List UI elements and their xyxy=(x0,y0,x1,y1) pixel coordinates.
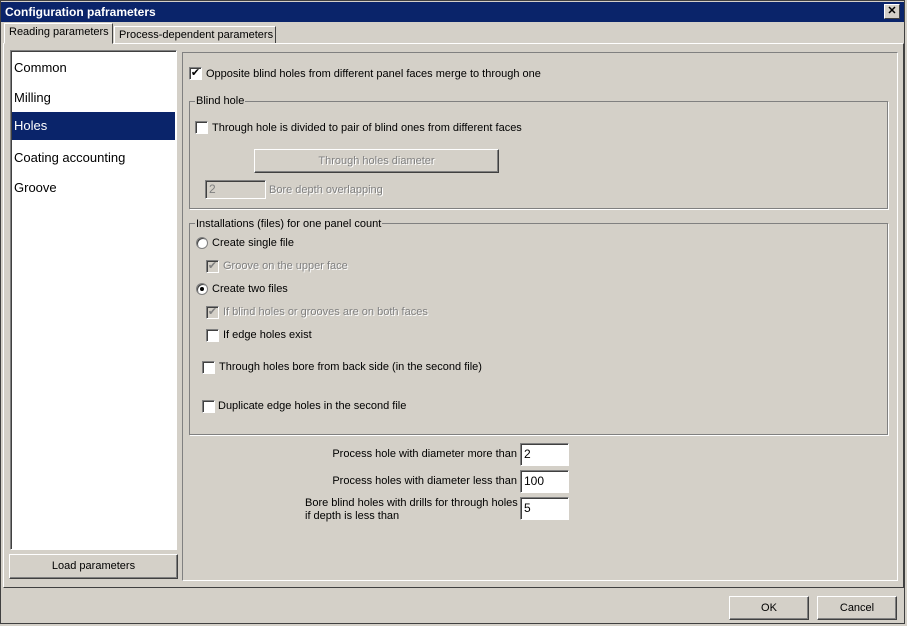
merge-checkbox-label: Opposite blind holes from different pane… xyxy=(206,68,541,80)
close-icon[interactable]: ✕ xyxy=(884,4,900,19)
groove-upper-face-label: Groove on the upper face xyxy=(223,260,348,272)
through-back-label: Through holes bore from back side (in th… xyxy=(219,361,482,373)
installations-legend: Installations (files) for one panel coun… xyxy=(195,218,383,230)
cancel-button[interactable]: Cancel xyxy=(817,596,897,620)
title-bar: Configuration paframeters ✕ xyxy=(1,2,904,22)
min-diameter-field[interactable]: 2 xyxy=(520,443,569,466)
through-holes-diameter-button[interactable]: Through holes diameter xyxy=(254,149,499,173)
load-parameters-button[interactable]: Load parameters xyxy=(9,554,178,579)
bore-depth-overlap-label: Bore depth overlapping xyxy=(269,184,383,196)
tab-reading-parameters[interactable]: Reading parameters xyxy=(4,23,113,44)
groove-upper-face-checkbox[interactable]: ✔ xyxy=(206,260,219,273)
list-item-milling[interactable]: Milling xyxy=(12,84,175,112)
max-diameter-label: Process holes with diameter less than xyxy=(332,475,517,487)
category-list[interactable]: Common Milling Holes Coating accounting … xyxy=(10,50,177,550)
edge-holes-label: If edge holes exist xyxy=(223,329,312,341)
divide-checkbox-label: Through hole is divided to pair of blind… xyxy=(212,122,522,134)
blind-depth-label-line2: if depth is less than xyxy=(305,510,400,522)
radio-dot xyxy=(200,287,204,291)
merge-checkbox[interactable]: ✔ xyxy=(189,67,202,80)
list-item-groove[interactable]: Groove xyxy=(12,174,175,202)
two-files-radio[interactable] xyxy=(196,283,208,295)
blind-depth-label-line1: Bore blind holes with drills for through… xyxy=(305,497,518,509)
list-item-coating-accounting[interactable]: Coating accounting xyxy=(12,144,175,172)
both-faces-label: If blind holes or grooves are on both fa… xyxy=(223,306,428,318)
edge-holes-checkbox[interactable] xyxy=(206,329,219,342)
min-diameter-label: Process hole with diameter more than xyxy=(332,448,517,460)
blind-depth-field[interactable]: 5 xyxy=(520,497,569,520)
tab-process-dependent-parameters[interactable]: Process-dependent parameters xyxy=(114,26,276,44)
through-back-checkbox[interactable] xyxy=(202,361,215,374)
two-files-label: Create two files xyxy=(212,283,288,295)
list-item-holes[interactable]: Holes xyxy=(12,112,175,140)
window-title: Configuration paframeters xyxy=(5,5,156,19)
divide-checkbox[interactable] xyxy=(195,121,208,134)
bore-depth-overlap-field[interactable]: 2 xyxy=(205,180,266,199)
blind-hole-legend: Blind hole xyxy=(195,95,246,107)
max-diameter-field[interactable]: 100 xyxy=(520,470,569,493)
duplicate-edge-label: Duplicate edge holes in the second file xyxy=(218,400,407,412)
single-file-label: Create single file xyxy=(212,237,294,249)
ok-button[interactable]: OK xyxy=(729,596,809,620)
list-item-common[interactable]: Common xyxy=(12,54,175,82)
single-file-radio[interactable] xyxy=(196,237,208,249)
duplicate-edge-checkbox[interactable] xyxy=(202,400,215,413)
both-faces-checkbox[interactable]: ✔ xyxy=(206,306,219,319)
